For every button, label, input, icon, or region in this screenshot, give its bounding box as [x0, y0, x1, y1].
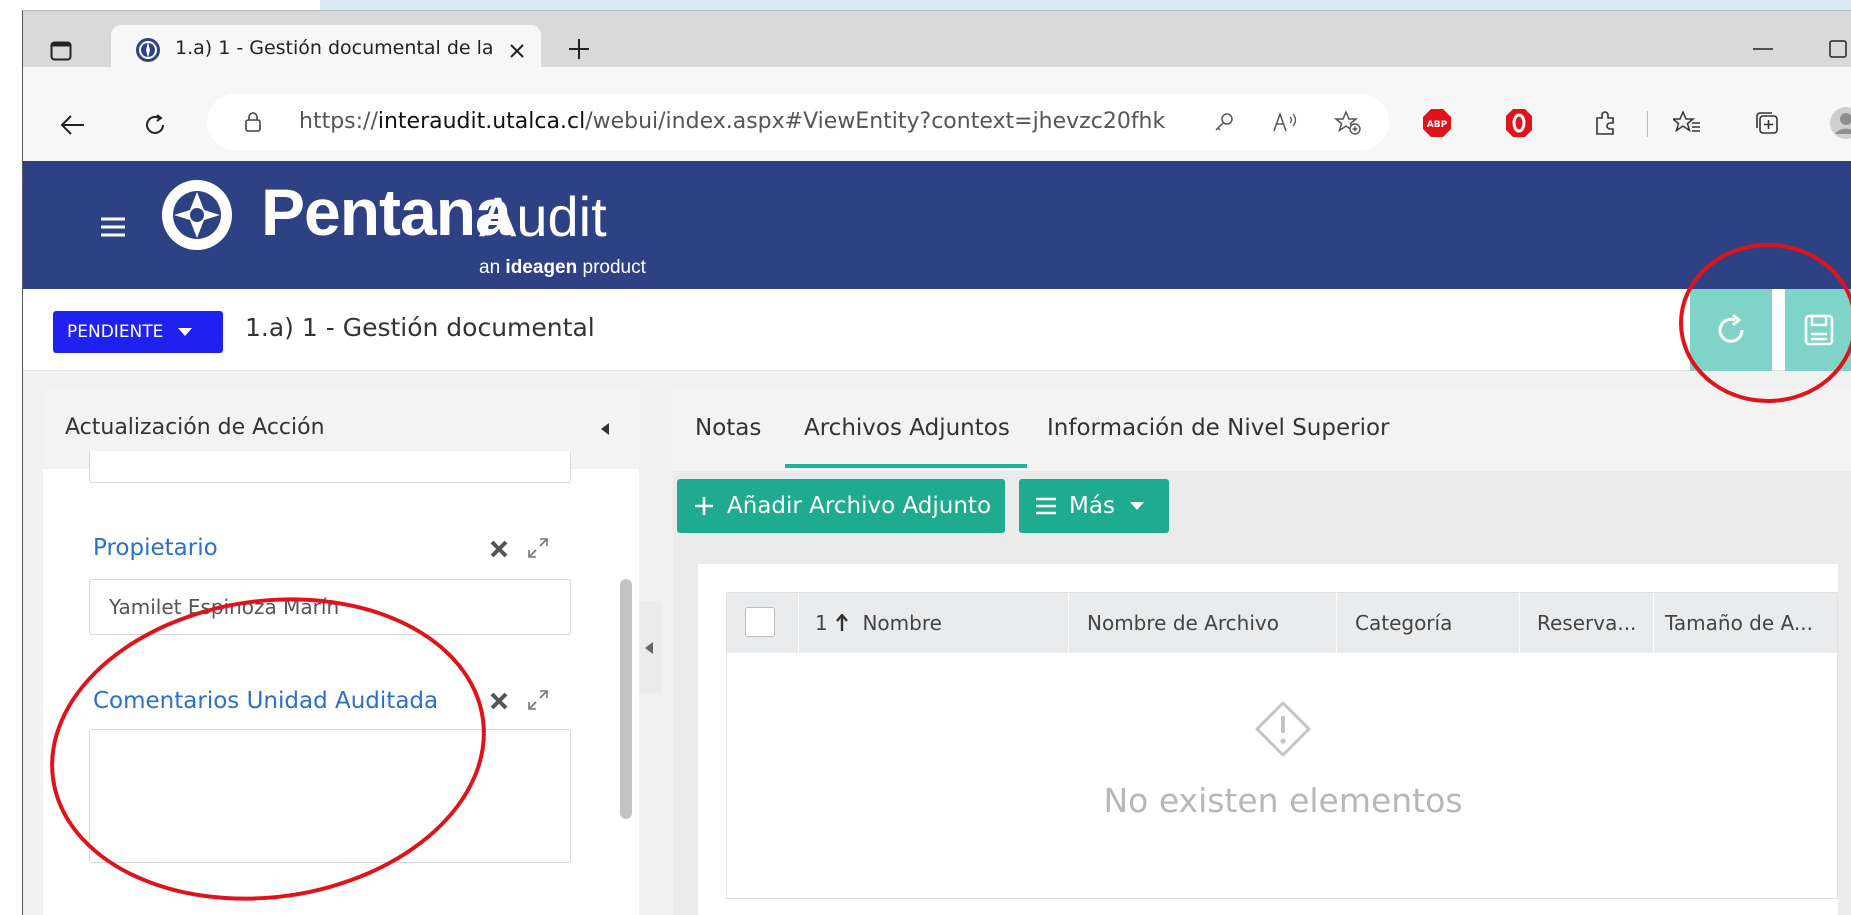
column-header-categoria[interactable]: Categoría	[1355, 611, 1452, 635]
more-label: Más	[1069, 493, 1115, 519]
url-prefix: https://	[299, 109, 378, 134]
adblock-icon[interactable]: ABP	[1421, 107, 1453, 139]
tab-informacion-nivel-superior[interactable]: Información de Nivel Superior	[1047, 415, 1390, 441]
lock-icon[interactable]	[238, 107, 268, 137]
warning-icon	[1253, 699, 1313, 759]
clear-owner-icon[interactable]	[485, 535, 513, 563]
status-label: PENDIENTE	[67, 322, 164, 342]
pentana-logo-icon	[159, 177, 235, 253]
url-text[interactable]: https://interaudit.utalca.cl/webui/index…	[299, 109, 1165, 134]
list-icon	[1036, 497, 1056, 515]
annotation-circle	[1679, 243, 1851, 403]
favorites-icon[interactable]	[1671, 107, 1703, 139]
column-label: Nombre	[862, 611, 942, 635]
minimize-icon[interactable]	[1743, 33, 1783, 65]
hamburger-menu-icon[interactable]	[91, 205, 135, 249]
add-attachment-button[interactable]: Añadir Archivo Adjunto	[677, 479, 1005, 533]
collections-icon[interactable]	[1751, 107, 1783, 139]
add-favorite-icon[interactable]	[1331, 107, 1365, 139]
sort-index: 1	[815, 611, 828, 635]
select-all-checkbox[interactable]	[745, 607, 775, 637]
logo-subtitle: an ideagen product	[479, 257, 646, 279]
clear-comments-icon[interactable]	[485, 687, 513, 715]
refresh-icon[interactable]	[135, 105, 175, 145]
abp-label: ABP	[1427, 120, 1448, 130]
browser-window: 1.a) 1 - Gestión documental de la https:…	[22, 10, 1851, 915]
logo-sub-brand: ideagen	[505, 257, 578, 278]
maximize-icon[interactable]	[1823, 33, 1851, 65]
previous-field-box[interactable]	[89, 451, 571, 483]
column-separator	[1519, 593, 1520, 653]
url-domain: interaudit.utalca.cl	[377, 109, 586, 134]
plus-icon	[695, 497, 713, 515]
back-icon[interactable]	[53, 105, 93, 145]
empty-message: No existen elementos	[1103, 781, 1463, 820]
read-aloud-icon[interactable]	[1269, 107, 1303, 137]
collapse-panel-icon[interactable]	[593, 417, 617, 441]
column-header-reserva[interactable]: Reserva...	[1537, 611, 1636, 635]
column-header-nombre-archivo[interactable]: Nombre de Archivo	[1087, 611, 1279, 635]
logo-product: Audit	[479, 185, 607, 248]
logo-name: Pentana	[261, 175, 512, 249]
left-panel-scrollbar[interactable]	[620, 579, 632, 819]
add-attachment-label: Añadir Archivo Adjunto	[727, 493, 992, 519]
column-separator	[1653, 593, 1654, 653]
column-separator	[1068, 593, 1069, 653]
url-path: /webui/index.aspx#ViewEntity?context=jhe…	[585, 109, 1166, 134]
column-header-tamano[interactable]: Tamaño de A...	[1665, 611, 1813, 635]
close-tab-icon[interactable]	[503, 37, 531, 65]
logo-sub-suffix: product	[577, 257, 646, 278]
logo-sub-prefix: an	[479, 257, 506, 278]
site-favicon-icon	[133, 35, 163, 65]
column-separator	[798, 593, 799, 653]
toolbar-divider	[1647, 111, 1648, 137]
status-dropdown[interactable]: PENDIENTE	[53, 311, 223, 353]
page-title: 1.a) 1 - Gestión documental	[245, 313, 595, 342]
opera-extension-icon[interactable]	[1503, 107, 1535, 139]
panel-splitter[interactable]	[639, 601, 661, 693]
key-icon[interactable]	[1209, 107, 1239, 137]
collapse-arrow-icon	[645, 642, 653, 654]
column-separator	[1336, 593, 1337, 653]
expand-comments-icon[interactable]	[523, 685, 553, 715]
new-tab-icon[interactable]	[563, 33, 595, 65]
tab-notas[interactable]: Notas	[695, 415, 761, 441]
owner-label: Propietario	[93, 535, 218, 561]
expand-owner-icon[interactable]	[523, 533, 553, 563]
tab-actions-icon[interactable]	[45, 35, 77, 67]
tab-title: 1.a) 1 - Gestión documental de la	[175, 37, 494, 59]
more-button[interactable]: Más	[1019, 479, 1169, 533]
tab-archivos-adjuntos[interactable]: Archivos Adjuntos	[804, 415, 1010, 441]
column-header-nombre[interactable]: 1 Nombre	[815, 611, 942, 635]
caret-down-icon	[178, 328, 193, 336]
sort-ascending-icon	[836, 613, 849, 631]
active-tab-indicator	[785, 464, 1027, 468]
extensions-icon[interactable]	[1589, 107, 1621, 139]
left-panel-title: Actualización de Acción	[65, 415, 325, 440]
caret-down-icon	[1129, 502, 1144, 510]
profile-avatar-icon[interactable]	[1829, 105, 1851, 141]
